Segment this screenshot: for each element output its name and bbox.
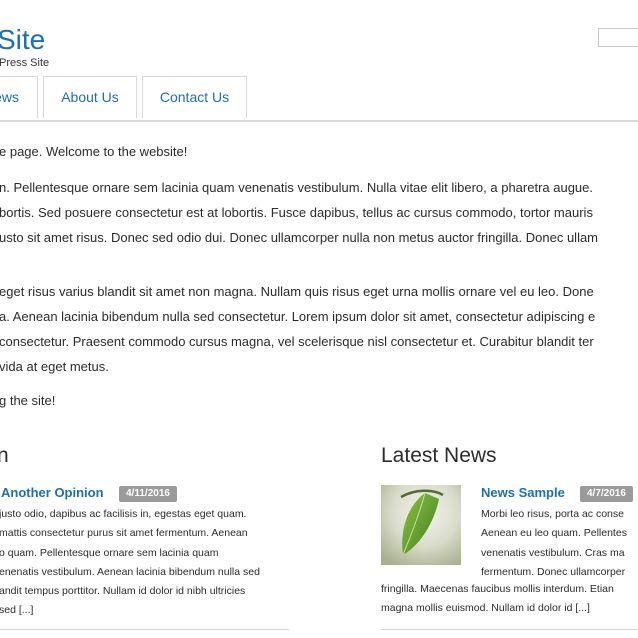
leaf-photo-icon[interactable] bbox=[381, 485, 461, 565]
news-divider bbox=[381, 629, 638, 630]
site-title-link[interactable]: Site bbox=[0, 22, 45, 58]
paragraph-line: eget risus varius blandit sit amet non m… bbox=[0, 284, 594, 299]
excerpt-line: fringilla. Maecenas faucibus mollis inte… bbox=[381, 583, 614, 595]
paragraph-line: a. Aenean lacinia bibendum nulla sed con… bbox=[0, 309, 596, 324]
news-excerpt-beside: Morbi leo risus, porta ac conse Aenean e… bbox=[481, 505, 627, 582]
paragraph-line: consectetur. Praesent commodo cursus mag… bbox=[0, 334, 594, 349]
news-date-badge: 4/7/2016 bbox=[580, 486, 633, 502]
excerpt-line: venenatis vestibulum. Cras ma bbox=[481, 546, 625, 559]
paragraph-line: usto sit amet risus. Donec sed odio dui.… bbox=[0, 230, 599, 245]
excerpt-line: mattis consectetur purus sit amet fermen… bbox=[0, 527, 248, 540]
main-nav: ews About Us Contact Us bbox=[0, 76, 638, 122]
news-post-title-link[interactable]: News Sample bbox=[481, 485, 565, 500]
nav-item-news[interactable]: ews bbox=[0, 76, 38, 118]
news-excerpt-below: fringilla. Maecenas faucibus mollis inte… bbox=[381, 580, 614, 619]
closing-paragraph: g the site! bbox=[0, 393, 56, 408]
excerpt-line: magna mollis euismod. Nullam id dolor id… bbox=[381, 602, 590, 615]
excerpt-line: Aenean eu leo quam. Pellentes bbox=[481, 527, 627, 540]
news-section-title: Latest News bbox=[381, 444, 497, 467]
body-paragraph-2: eget risus varius blandit sit amet non m… bbox=[0, 279, 595, 379]
body-paragraph-1: n. Pellentesque ornare sem lacinia quam … bbox=[0, 175, 598, 250]
paragraph-line: vida at eget metus. bbox=[0, 359, 109, 374]
nav-item-contact-us[interactable]: Contact Us bbox=[142, 76, 247, 118]
opinion-date-badge: 4/11/2016 bbox=[119, 486, 177, 502]
paragraph-line: bortis. Sed posuere consectetur est at l… bbox=[0, 205, 593, 220]
opinion-post-title-link[interactable]: Another Opinion bbox=[1, 485, 104, 500]
excerpt-line: andit tempus porttitor. Nullam id dolor … bbox=[0, 585, 246, 598]
excerpt-line: sed [...] bbox=[0, 604, 34, 617]
opinion-excerpt: justo odio, dapibus ac facilisis in, ege… bbox=[0, 505, 260, 621]
excerpt-line: enenatis vestibulum. Aenean lacinia bibe… bbox=[0, 565, 260, 578]
intro-paragraph: e page. Welcome to the website! bbox=[0, 144, 188, 159]
nav-item-about-us[interactable]: About Us bbox=[43, 76, 137, 118]
excerpt-line: Morbi leo risus, porta ac conse bbox=[481, 508, 624, 520]
site-tagline: Press Site bbox=[0, 57, 50, 69]
opinion-section-title: n bbox=[0, 444, 9, 467]
paragraph-line: n. Pellentesque ornare sem lacinia quam … bbox=[0, 180, 594, 195]
search-input[interactable] bbox=[598, 28, 638, 47]
excerpt-line: o quam. Pellentesque ornare sem lacinia … bbox=[0, 546, 219, 559]
page: Site Press Site ews About Us Contact Us … bbox=[0, 0, 638, 638]
excerpt-line: justo odio, dapibus ac facilisis in, ege… bbox=[0, 508, 247, 520]
opinion-divider bbox=[0, 629, 289, 630]
